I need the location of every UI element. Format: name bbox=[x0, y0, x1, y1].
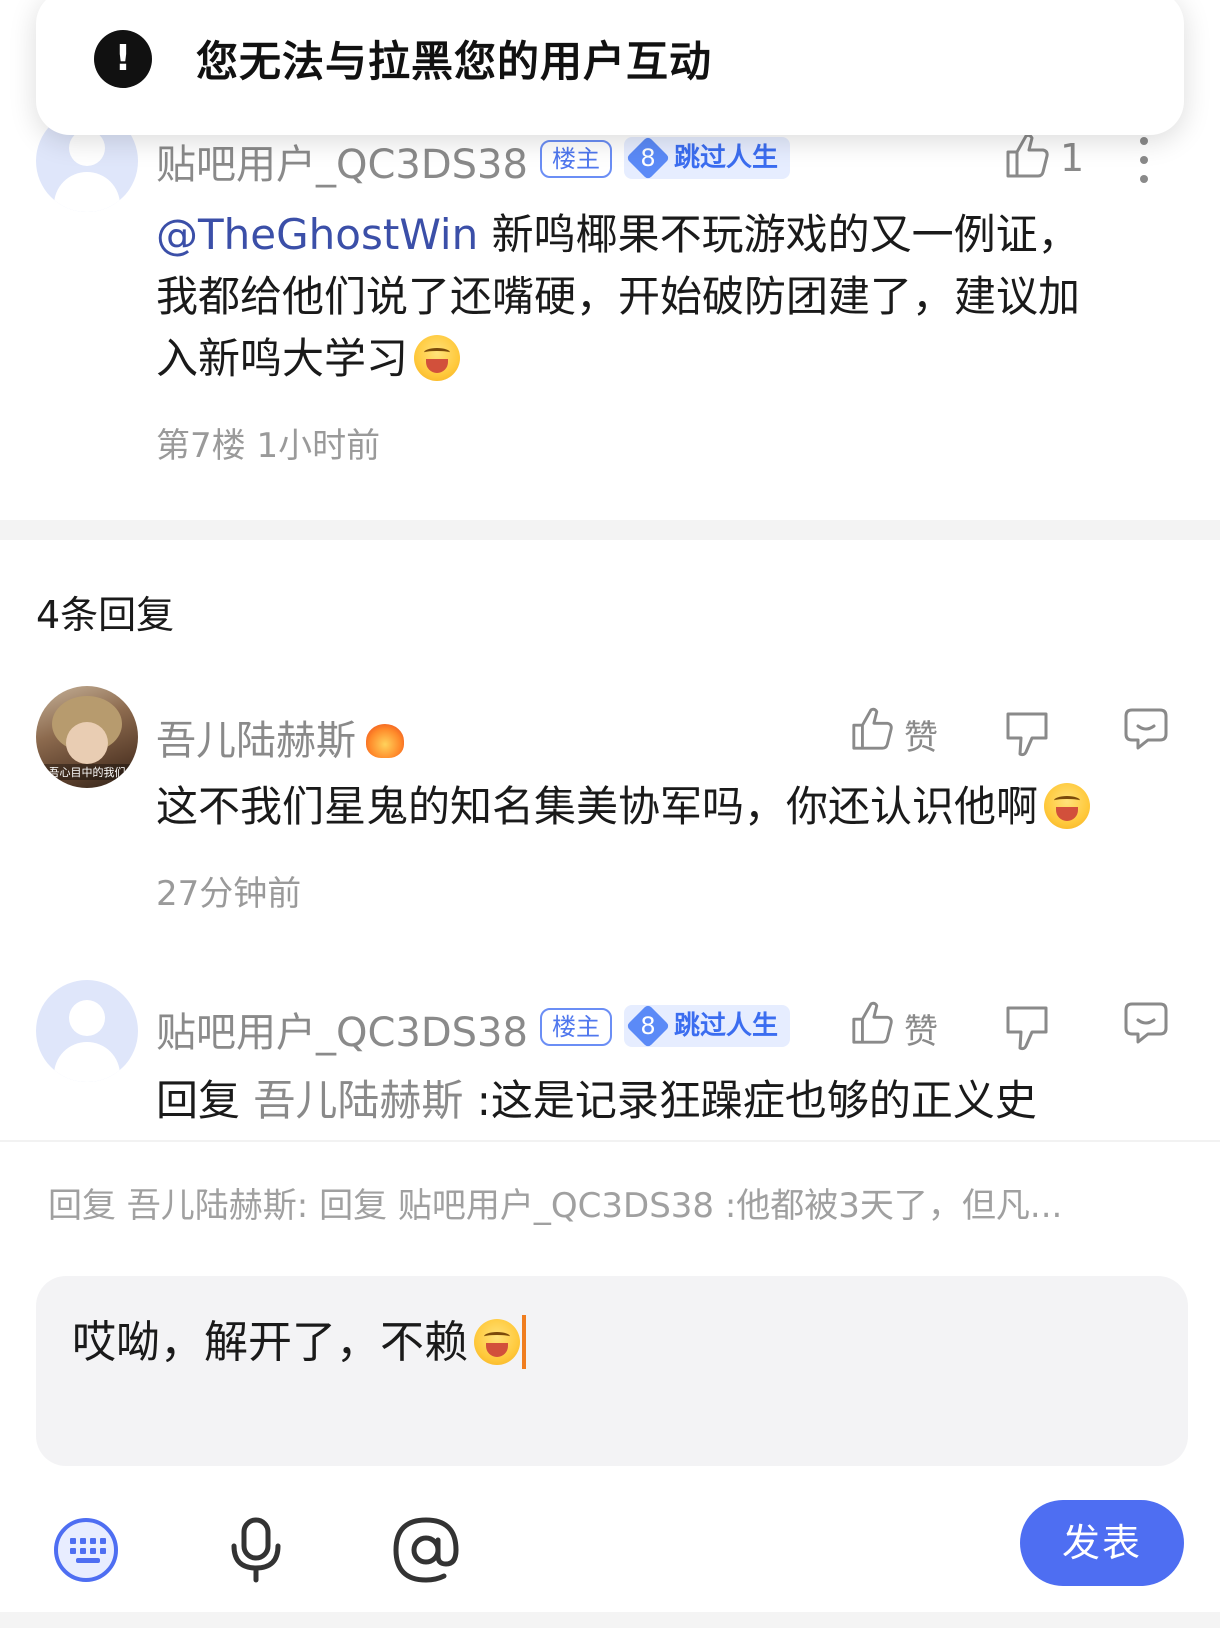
floor-meta: 第7楼 1小时前 bbox=[156, 426, 381, 466]
thumbs-up-icon[interactable] bbox=[850, 706, 894, 752]
post-detail-page: ! 您无法与拉黑您的用户互动 贴吧用户_QC3DS38 楼主 8 跳过人生 1 … bbox=[0, 0, 1220, 1628]
grin-emoji-icon bbox=[1044, 783, 1091, 829]
grin-emoji-icon bbox=[414, 335, 461, 381]
thumbs-up-icon[interactable] bbox=[1004, 132, 1050, 180]
owner-badge: 楼主 bbox=[540, 1008, 612, 1046]
avatar[interactable]: 吾心目中的我们 bbox=[36, 686, 138, 788]
exclamation-icon: ! bbox=[94, 30, 152, 88]
text-caret bbox=[522, 1315, 526, 1369]
microphone-icon[interactable] bbox=[226, 1516, 286, 1584]
level-badge: 8 跳过人生 bbox=[624, 135, 791, 181]
reply-input-value[interactable]: 哎呦，解开了，不赖 bbox=[72, 1306, 526, 1370]
bottom-strip bbox=[0, 1612, 1220, 1628]
send-button[interactable]: 发表 bbox=[1020, 1500, 1184, 1586]
grin-emoji-icon bbox=[474, 1319, 520, 1365]
reply-author-name[interactable]: 吾儿陆赫斯 bbox=[156, 708, 404, 766]
like-label[interactable]: 赞 bbox=[904, 1004, 938, 1053]
level-title: 跳过人生 bbox=[674, 1011, 779, 1041]
replies-header: 4条回复 bbox=[36, 593, 175, 637]
comment-icon[interactable] bbox=[1122, 706, 1170, 752]
reply-input[interactable]: 哎呦，解开了，不赖 bbox=[36, 1276, 1188, 1466]
avatar[interactable] bbox=[36, 980, 138, 1082]
reply-quote: 回复 吾儿陆赫斯: 回复 贴吧用户_QC3DS38 :他都被3天了，但凡... bbox=[48, 1186, 1063, 1226]
owner-badge: 楼主 bbox=[540, 140, 612, 178]
reply-time: 27分钟前 bbox=[156, 874, 302, 914]
keyboard-icon[interactable] bbox=[52, 1518, 144, 1582]
reply-content: 这不我们星鬼的知名集美协军吗，你还认识他啊 bbox=[156, 776, 1216, 838]
post-author-name[interactable]: 贴吧用户_QC3DS38 bbox=[156, 132, 528, 190]
reply-target-user[interactable]: 吾儿陆赫斯 bbox=[240, 1076, 477, 1125]
level-title: 跳过人生 bbox=[674, 143, 779, 173]
thumbs-up-icon[interactable] bbox=[850, 1000, 894, 1046]
level-badge: 8 跳过人生 bbox=[624, 1003, 791, 1049]
post-content: @TheGhostWin 新鸣椰果不玩游戏的又一例证， 我都给他们说了还嘴硬，开… bbox=[156, 210, 1081, 383]
blocked-toast: ! 您无法与拉黑您的用户互动 bbox=[36, 0, 1184, 135]
like-label[interactable]: 赞 bbox=[904, 710, 938, 759]
at-mention-icon[interactable] bbox=[392, 1516, 460, 1584]
section-divider bbox=[0, 520, 1220, 540]
composer-divider bbox=[0, 1140, 1220, 1142]
more-options-icon[interactable] bbox=[1140, 137, 1150, 194]
fire-badge-icon bbox=[366, 724, 404, 758]
thumbs-down-icon[interactable] bbox=[1004, 1004, 1050, 1052]
reply-content: 回复 吾儿陆赫斯 :这是记录狂躁症也够的正义史 bbox=[156, 1076, 1037, 1125]
mention-link[interactable]: @TheGhostWin bbox=[156, 210, 478, 259]
comment-icon[interactable] bbox=[1122, 1000, 1170, 1046]
like-count: 1 bbox=[1060, 136, 1085, 180]
thumbs-down-icon[interactable] bbox=[1004, 710, 1050, 758]
toast-message: 您无法与拉黑您的用户互动 bbox=[196, 37, 713, 86]
reply-author-name[interactable]: 贴吧用户_QC3DS38 bbox=[156, 1000, 528, 1058]
